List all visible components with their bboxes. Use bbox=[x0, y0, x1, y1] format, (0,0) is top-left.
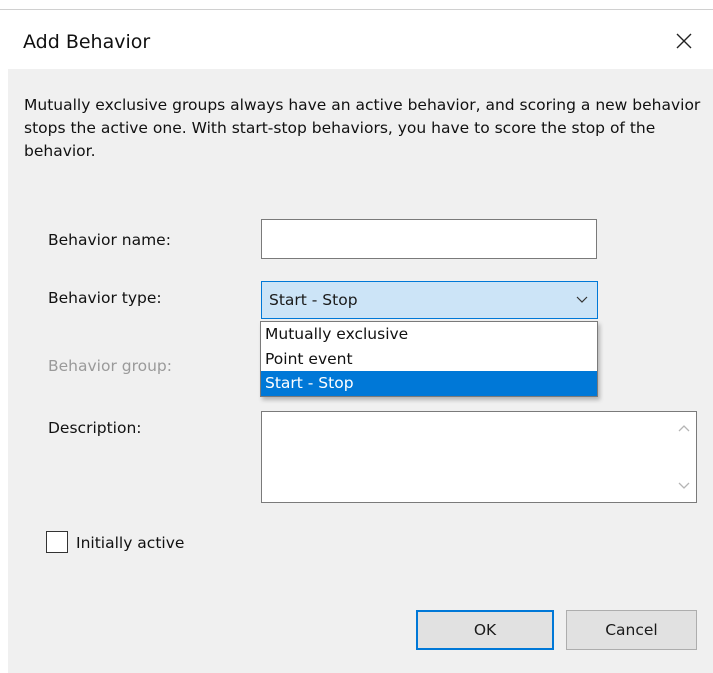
scroll-down-icon[interactable] bbox=[674, 476, 694, 496]
scroll-up-icon[interactable] bbox=[674, 418, 694, 438]
behavior-group-label: Behavior group: bbox=[48, 357, 172, 375]
behavior-name-input[interactable] bbox=[261, 219, 597, 259]
dialog-body: Mutually exclusive groups always have an… bbox=[8, 69, 713, 673]
ok-button[interactable]: OK bbox=[416, 610, 554, 650]
initially-active-checkbox[interactable] bbox=[46, 531, 68, 553]
behavior-type-dropdown: Mutually exclusive Point event Start - S… bbox=[260, 321, 598, 397]
dialog-title: Add Behavior bbox=[23, 31, 151, 53]
close-button[interactable] bbox=[664, 23, 704, 59]
dropdown-option-mutually-exclusive[interactable]: Mutually exclusive bbox=[261, 322, 597, 347]
behavior-type-select[interactable]: Start - Stop bbox=[261, 281, 598, 319]
chevron-down-icon bbox=[576, 296, 588, 303]
close-icon bbox=[676, 33, 692, 49]
dropdown-option-start-stop[interactable]: Start - Stop bbox=[261, 371, 597, 396]
dropdown-option-point-event[interactable]: Point event bbox=[261, 347, 597, 372]
title-bar: Add Behavior bbox=[0, 11, 713, 69]
initially-active-label[interactable]: Initially active bbox=[76, 534, 184, 552]
top-edge bbox=[0, 0, 713, 10]
behavior-type-value: Start - Stop bbox=[269, 291, 358, 309]
behavior-type-label: Behavior type: bbox=[48, 289, 162, 307]
dialog-description: Mutually exclusive groups always have an… bbox=[24, 96, 701, 160]
behavior-name-label: Behavior name: bbox=[48, 231, 171, 249]
cancel-button[interactable]: Cancel bbox=[566, 610, 697, 650]
description-label: Description: bbox=[48, 419, 142, 437]
description-textarea[interactable] bbox=[261, 411, 697, 503]
